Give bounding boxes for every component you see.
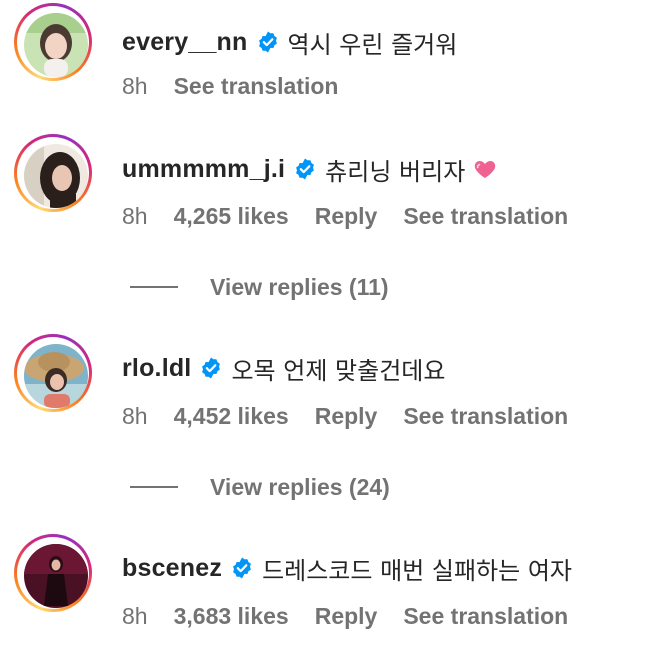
avatar-story-ring[interactable] — [14, 534, 92, 612]
reply-button[interactable]: Reply — [315, 603, 378, 630]
see-translation-button[interactable]: See translation — [403, 403, 568, 430]
verified-badge-icon — [199, 356, 223, 380]
avatar[interactable] — [24, 344, 88, 408]
likes-count-button[interactable]: 4,452 likes — [174, 403, 289, 430]
replies-divider — [130, 286, 178, 288]
comment-text: 드레스코드 매번 실패하는 여자 — [262, 556, 572, 585]
avatar[interactable] — [24, 544, 88, 608]
view-replies-button[interactable]: View replies (24) — [130, 472, 390, 502]
comment-username[interactable]: rlo.ldl — [122, 354, 191, 383]
reply-button[interactable]: Reply — [315, 403, 378, 430]
pink-heart-emoji-icon — [473, 157, 497, 181]
verified-badge-icon — [293, 157, 317, 181]
comment-username[interactable]: ummmmm_j.i — [122, 155, 285, 184]
verified-badge-icon — [230, 556, 254, 580]
comment-time: 8h — [122, 72, 148, 99]
see-translation-button[interactable]: See translation — [174, 73, 339, 100]
avatar-story-ring[interactable] — [14, 334, 92, 412]
comment-text: 오목 언제 맞출건데요 — [231, 356, 446, 385]
avatar-story-ring[interactable] — [14, 134, 92, 212]
comment-text: 역시 우린 즐거워 — [287, 30, 458, 59]
comment-text: 츄리닝 버리자 — [325, 157, 466, 186]
comment-username[interactable]: bscenez — [122, 554, 222, 583]
avatar[interactable] — [24, 144, 88, 208]
likes-count-button[interactable]: 3,683 likes — [174, 603, 289, 630]
comment-time: 8h — [122, 402, 148, 429]
view-replies-label[interactable]: View replies (11) — [210, 274, 389, 301]
verified-badge-icon — [256, 30, 280, 54]
see-translation-button[interactable]: See translation — [403, 603, 568, 630]
see-translation-button[interactable]: See translation — [403, 203, 568, 230]
view-replies-button[interactable]: View replies (11) — [130, 272, 389, 302]
avatar[interactable] — [24, 13, 88, 77]
comment-time: 8h — [122, 602, 148, 629]
view-replies-label[interactable]: View replies (24) — [210, 474, 390, 501]
comment-time: 8h — [122, 202, 148, 229]
avatar-story-ring[interactable] — [14, 3, 92, 81]
reply-button[interactable]: Reply — [315, 203, 378, 230]
replies-divider — [130, 486, 178, 488]
comment-username[interactable]: every__nn — [122, 28, 248, 57]
likes-count-button[interactable]: 4,265 likes — [174, 203, 289, 230]
